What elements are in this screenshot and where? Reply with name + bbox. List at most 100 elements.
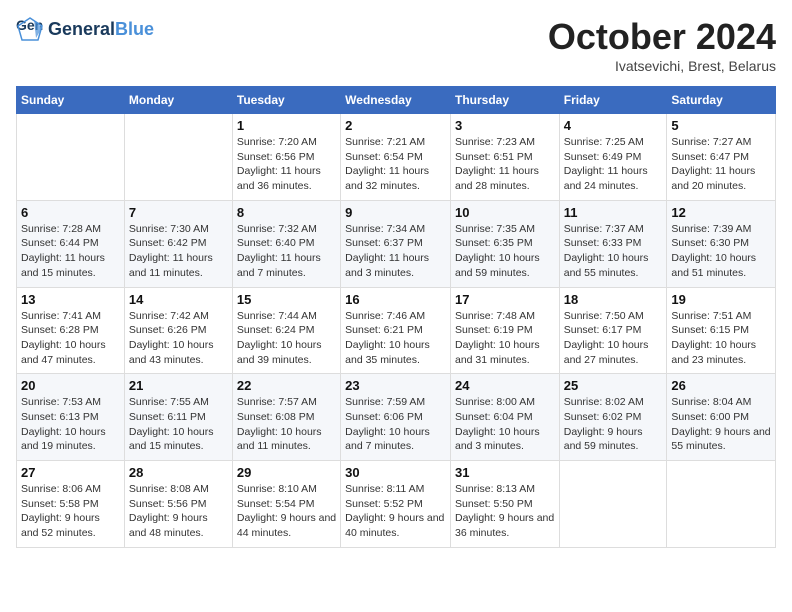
day-info: Sunrise: 7:35 AM Sunset: 6:35 PM Dayligh… [455,222,555,281]
day-info: Sunrise: 7:32 AM Sunset: 6:40 PM Dayligh… [237,222,336,281]
logo-general: General [48,19,115,39]
day-number: 27 [21,465,120,480]
month-title: October 2024 [548,16,776,58]
day-info: Sunrise: 8:04 AM Sunset: 6:00 PM Dayligh… [671,395,771,454]
week-row-1: 1 Sunrise: 7:20 AM Sunset: 6:56 PM Daylig… [17,114,776,201]
day-cell [559,461,667,548]
day-cell: 24 Sunrise: 8:00 AM Sunset: 6:04 PM Dayli… [450,374,559,461]
logo-icon: Gen [16,16,44,44]
day-cell: 16Sunrise: 7:46 AM Sunset: 6:21 PM Dayli… [341,287,451,374]
day-cell: 4Sunrise: 7:25 AM Sunset: 6:49 PM Daylig… [559,114,667,201]
week-row-5: 27 Sunrise: 8:06 AM Sunset: 5:58 PM Dayli… [17,461,776,548]
day-cell: 23Sunrise: 7:59 AM Sunset: 6:06 PM Dayli… [341,374,451,461]
day-info: Sunrise: 7:42 AM Sunset: 6:26 PM Dayligh… [129,309,228,368]
day-info: Sunrise: 8:06 AM Sunset: 5:58 PM Dayligh… [21,482,120,541]
day-cell: 7 Sunrise: 7:30 AM Sunset: 6:42 PM Daylig… [124,200,232,287]
day-cell: 13Sunrise: 7:41 AM Sunset: 6:28 PM Dayli… [17,287,125,374]
day-number: 5 [671,118,771,133]
day-info: Sunrise: 8:08 AM Sunset: 5:56 PM Dayligh… [129,482,228,541]
day-info: Sunrise: 7:30 AM Sunset: 6:42 PM Dayligh… [129,222,228,281]
day-cell: 1 Sunrise: 7:20 AM Sunset: 6:56 PM Daylig… [232,114,340,201]
day-info: Sunrise: 7:41 AM Sunset: 6:28 PM Dayligh… [21,309,120,368]
day-number: 10 [455,205,555,220]
day-number: 21 [129,378,228,393]
week-row-4: 20 Sunrise: 7:53 AM Sunset: 6:13 PM Dayli… [17,374,776,461]
day-number: 12 [671,205,771,220]
day-cell: 31Sunrise: 8:13 AM Sunset: 5:50 PM Dayli… [450,461,559,548]
subtitle: Ivatsevichi, Brest, Belarus [548,58,776,74]
day-info: Sunrise: 7:51 AM Sunset: 6:15 PM Dayligh… [671,309,771,368]
weekday-header-row: SundayMondayTuesdayWednesdayThursdayFrid… [17,87,776,114]
day-info: Sunrise: 7:21 AM Sunset: 6:54 PM Dayligh… [345,135,446,194]
day-cell [667,461,776,548]
day-info: Sunrise: 7:23 AM Sunset: 6:51 PM Dayligh… [455,135,555,194]
day-info: Sunrise: 7:55 AM Sunset: 6:11 PM Dayligh… [129,395,228,454]
day-cell: 10 Sunrise: 7:35 AM Sunset: 6:35 PM Dayli… [450,200,559,287]
day-number: 2 [345,118,446,133]
day-number: 19 [671,292,771,307]
day-number: 18 [564,292,663,307]
day-cell: 25Sunrise: 8:02 AM Sunset: 6:02 PM Dayli… [559,374,667,461]
day-cell: 28 Sunrise: 8:08 AM Sunset: 5:56 PM Dayli… [124,461,232,548]
day-number: 14 [129,292,228,307]
day-cell: 29 Sunrise: 8:10 AM Sunset: 5:54 PM Dayli… [232,461,340,548]
day-number: 29 [237,465,336,480]
day-cell: 14 Sunrise: 7:42 AM Sunset: 6:26 PM Dayli… [124,287,232,374]
day-number: 1 [237,118,336,133]
day-info: Sunrise: 7:57 AM Sunset: 6:08 PM Dayligh… [237,395,336,454]
day-cell: 2 Sunrise: 7:21 AM Sunset: 6:54 PM Daylig… [341,114,451,201]
day-info: Sunrise: 7:50 AM Sunset: 6:17 PM Dayligh… [564,309,663,368]
day-info: Sunrise: 7:37 AM Sunset: 6:33 PM Dayligh… [564,222,663,281]
day-info: Sunrise: 8:11 AM Sunset: 5:52 PM Dayligh… [345,482,446,541]
day-info: Sunrise: 7:27 AM Sunset: 6:47 PM Dayligh… [671,135,771,194]
day-cell: 21 Sunrise: 7:55 AM Sunset: 6:11 PM Dayli… [124,374,232,461]
day-number: 15 [237,292,336,307]
day-number: 20 [21,378,120,393]
day-cell [124,114,232,201]
day-cell [17,114,125,201]
day-number: 22 [237,378,336,393]
day-number: 7 [129,205,228,220]
day-info: Sunrise: 8:02 AM Sunset: 6:02 PM Dayligh… [564,395,663,454]
day-cell: 5 Sunrise: 7:27 AM Sunset: 6:47 PM Daylig… [667,114,776,201]
week-row-3: 13Sunrise: 7:41 AM Sunset: 6:28 PM Dayli… [17,287,776,374]
day-cell: 8Sunrise: 7:32 AM Sunset: 6:40 PM Daylig… [232,200,340,287]
weekday-header-monday: Monday [124,87,232,114]
day-number: 23 [345,378,446,393]
day-info: Sunrise: 7:28 AM Sunset: 6:44 PM Dayligh… [21,222,120,281]
day-number: 6 [21,205,120,220]
day-cell: 26Sunrise: 8:04 AM Sunset: 6:00 PM Dayli… [667,374,776,461]
day-number: 17 [455,292,555,307]
day-number: 9 [345,205,446,220]
weekday-header-friday: Friday [559,87,667,114]
logo-blue: Blue [115,19,154,39]
day-info: Sunrise: 7:53 AM Sunset: 6:13 PM Dayligh… [21,395,120,454]
day-cell: 11 Sunrise: 7:37 AM Sunset: 6:33 PM Dayli… [559,200,667,287]
day-info: Sunrise: 8:10 AM Sunset: 5:54 PM Dayligh… [237,482,336,541]
day-info: Sunrise: 7:48 AM Sunset: 6:19 PM Dayligh… [455,309,555,368]
day-cell: 30 Sunrise: 8:11 AM Sunset: 5:52 PM Dayli… [341,461,451,548]
logo: Gen GeneralBlue [16,16,154,44]
day-info: Sunrise: 7:20 AM Sunset: 6:56 PM Dayligh… [237,135,336,194]
day-number: 28 [129,465,228,480]
day-cell: 17 Sunrise: 7:48 AM Sunset: 6:19 PM Dayli… [450,287,559,374]
day-info: Sunrise: 8:00 AM Sunset: 6:04 PM Dayligh… [455,395,555,454]
calendar-body: 1 Sunrise: 7:20 AM Sunset: 6:56 PM Daylig… [17,114,776,548]
day-number: 11 [564,205,663,220]
day-cell: 3 Sunrise: 7:23 AM Sunset: 6:51 PM Daylig… [450,114,559,201]
page-header: Gen GeneralBlue October 2024 Ivatsevichi… [16,16,776,74]
weekday-header-thursday: Thursday [450,87,559,114]
calendar-table: SundayMondayTuesdayWednesdayThursdayFrid… [16,86,776,548]
day-number: 30 [345,465,446,480]
day-info: Sunrise: 7:39 AM Sunset: 6:30 PM Dayligh… [671,222,771,281]
day-number: 3 [455,118,555,133]
weekday-header-wednesday: Wednesday [341,87,451,114]
day-cell: 20 Sunrise: 7:53 AM Sunset: 6:13 PM Dayli… [17,374,125,461]
day-number: 24 [455,378,555,393]
day-info: Sunrise: 7:46 AM Sunset: 6:21 PM Dayligh… [345,309,446,368]
day-cell: 19 Sunrise: 7:51 AM Sunset: 6:15 PM Dayli… [667,287,776,374]
day-cell: 18 Sunrise: 7:50 AM Sunset: 6:17 PM Dayli… [559,287,667,374]
day-number: 4 [564,118,663,133]
day-cell: 22 Sunrise: 7:57 AM Sunset: 6:08 PM Dayli… [232,374,340,461]
weekday-header-tuesday: Tuesday [232,87,340,114]
